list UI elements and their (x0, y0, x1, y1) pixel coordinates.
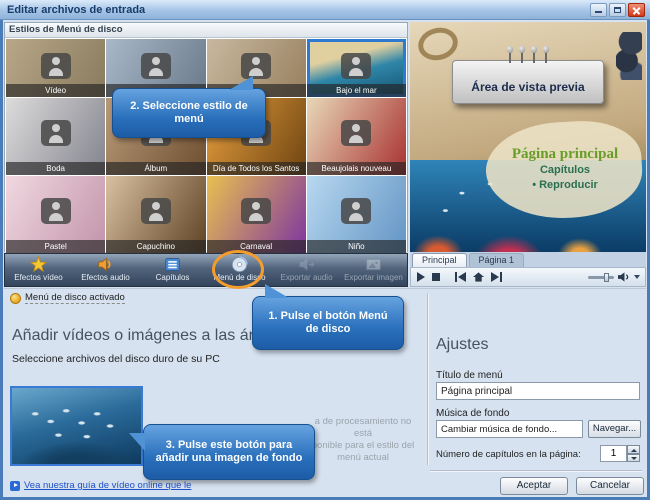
style-thumbnail-beaujolais-nouveau[interactable]: Beaujolais nouveau (307, 98, 406, 175)
close-button[interactable] (628, 3, 645, 17)
maximize-icon (614, 7, 621, 13)
cancel-button[interactable]: Cancelar (576, 477, 644, 495)
background-music-label: Música de fondo (436, 408, 509, 419)
volume-slider[interactable] (588, 276, 614, 279)
main-toolbar: Efectos vídeo Efectos audio Capítulos Me… (4, 253, 408, 287)
select-files-subheading: Seleccione archivos del disco duro de su… (12, 353, 220, 365)
spinner-down-button[interactable] (627, 454, 640, 463)
video-guide-icon (10, 481, 20, 491)
window-title: Editar archivos de entrada (7, 4, 145, 16)
menu-title-input[interactable] (436, 382, 640, 400)
pushpin-icon (545, 52, 547, 63)
footer-divider (430, 470, 642, 471)
accept-button[interactable]: Aceptar (500, 477, 568, 495)
preview-menu-link-chapters: Capítulos (488, 163, 642, 178)
people-placeholder-icon (41, 53, 71, 79)
preview-area-tooltip: Área de vista previa (452, 60, 604, 104)
disc-menu-active-notice: Menú de disco activado (10, 292, 125, 304)
add-videos-heading: Añadir vídeos o imágenes a las áre (12, 327, 254, 345)
people-placeholder-icon (41, 198, 71, 224)
preview-area: Página principal Capítulos • Reproducir (410, 22, 646, 252)
next-chapter-button[interactable] (491, 272, 502, 282)
people-placeholder-icon (341, 120, 371, 146)
callout-step-3: 3. Pulse este botón para añadir una imag… (143, 424, 315, 480)
disc-menu-preview-text: Página principal Capítulos • Reproducir (488, 146, 642, 193)
pushpin-icon (509, 52, 511, 63)
play-button[interactable] (416, 272, 425, 282)
pushpin-icon (533, 52, 535, 63)
processing-area-note: a de procesamiento no está ponible para … (305, 416, 421, 464)
people-placeholder-icon (141, 198, 171, 224)
previous-chapter-button[interactable] (455, 272, 466, 282)
browse-button[interactable]: Navegar... (588, 420, 641, 438)
style-thumbnail-bajo-el-mar-selected[interactable]: Bajo el mar (307, 39, 406, 97)
minimize-icon (595, 11, 602, 13)
people-placeholder-icon (341, 53, 371, 79)
styles-grid: Vídeo Bajo el mar Boda Álbum Día de Todo… (5, 38, 407, 252)
styles-panel-header: Estilos de Menú de disco (5, 23, 407, 38)
menu-home-button[interactable] (473, 272, 484, 282)
export-audio-icon (298, 256, 315, 273)
audio-effects-icon (97, 256, 114, 273)
preview-menu-link-play: • Reproducir (488, 178, 642, 193)
chapters-per-page-label: Número de capítulos en la página: (436, 449, 581, 460)
people-placeholder-icon (341, 198, 371, 224)
style-thumbnail-carnaval[interactable]: Carnaval (207, 176, 306, 253)
chapters-button[interactable]: Capítulos (139, 254, 206, 286)
callout-step-1: 1. Pulse el botón Menú de disco (252, 296, 404, 350)
callout-tail (229, 76, 253, 90)
people-placeholder-icon (41, 120, 71, 146)
minimize-button[interactable] (590, 3, 607, 17)
tab-principal[interactable]: Principal (412, 253, 467, 267)
callout-step-2: 2. Seleccione estilo de menú (112, 88, 266, 138)
section-divider (4, 288, 646, 289)
export-audio-button[interactable]: Exportar audio (273, 254, 340, 286)
style-thumbnail-capuchino[interactable]: Capuchino (106, 176, 205, 253)
callout-tail (265, 284, 289, 298)
audio-effects-button[interactable]: Efectos audio (72, 254, 139, 286)
speaker-icon[interactable] (618, 272, 630, 282)
video-guide-link[interactable]: Vea nuestra guía de vídeo online que le (10, 480, 191, 491)
style-thumbnail-nino[interactable]: Niño (307, 176, 406, 253)
background-music-input[interactable] (436, 420, 583, 438)
volume-dropdown-icon[interactable] (634, 275, 640, 279)
preview-menu-title: Página principal (488, 146, 642, 163)
export-image-icon (365, 256, 382, 273)
style-thumbnail-boda[interactable]: Boda (6, 98, 105, 175)
style-thumbnail-video[interactable]: Vídeo (6, 39, 105, 97)
style-thumbnail-pastel[interactable]: Pastel (6, 176, 105, 253)
nautical-decoration (616, 32, 642, 80)
pushpin-icon (521, 52, 523, 63)
preview-page-tabs: Principal Página 1 (410, 252, 646, 267)
people-placeholder-icon (141, 53, 171, 79)
settings-divider (427, 293, 428, 465)
titlebar: Editar archivos de entrada (0, 0, 650, 20)
disc-menu-icon (231, 256, 248, 273)
playback-controls (410, 267, 646, 287)
export-image-button[interactable]: Exportar imagen (340, 254, 407, 286)
people-placeholder-icon (241, 198, 271, 224)
chapters-spinner (600, 445, 640, 462)
chapters-count-input[interactable] (600, 445, 627, 462)
volume-slider-thumb[interactable] (604, 273, 609, 282)
edit-input-files-window: Editar archivos de entrada Estilos de Me… (0, 0, 650, 500)
background-image-slot[interactable] (10, 386, 143, 466)
stop-button[interactable] (432, 273, 440, 281)
chapters-icon (164, 256, 181, 273)
people-placeholder-icon (241, 53, 271, 79)
video-effects-button[interactable]: Efectos vídeo (5, 254, 72, 286)
disc-active-icon (10, 293, 21, 304)
settings-title: Ajustes (436, 336, 488, 354)
disc-menu-button[interactable]: Menú de disco (206, 254, 273, 286)
spinner-up-button[interactable] (627, 445, 640, 454)
maximize-button[interactable] (609, 3, 626, 17)
tab-pagina-1[interactable]: Página 1 (469, 253, 525, 267)
menu-title-label: Título de menú (436, 370, 503, 381)
video-effects-icon (30, 256, 47, 273)
callout-tail (129, 433, 145, 451)
